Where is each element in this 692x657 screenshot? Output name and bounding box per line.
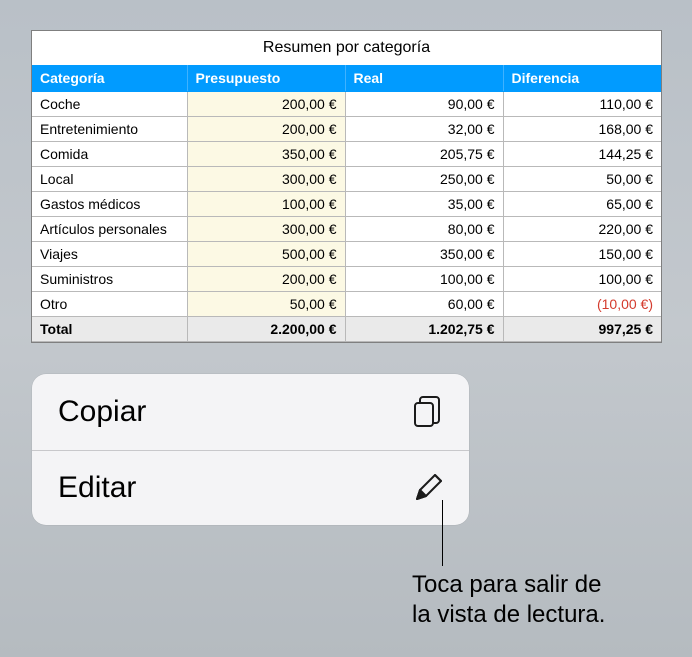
col-header-real: Real <box>345 65 503 92</box>
copy-icon <box>411 394 443 430</box>
col-header-diff: Diferencia <box>503 65 661 92</box>
col-header-budget: Presupuesto <box>187 65 345 92</box>
cell-real: 350,00 € <box>345 242 503 267</box>
cell-real: 60,00 € <box>345 292 503 317</box>
cell-budget: 50,00 € <box>187 292 345 317</box>
cell-diff: 168,00 € <box>503 117 661 142</box>
cell-diff: 144,25 € <box>503 142 661 167</box>
cell-budget: 200,00 € <box>187 267 345 292</box>
cell-diff: 997,25 € <box>503 317 661 342</box>
cell-budget: 200,00 € <box>187 117 345 142</box>
cell-category: Entretenimiento <box>32 117 187 142</box>
cell-real: 100,00 € <box>345 267 503 292</box>
copy-button[interactable]: Copiar <box>32 374 469 450</box>
table-row: Viajes500,00 €350,00 €150,00 € <box>32 242 661 267</box>
table-title: Resumen por categoría <box>32 31 661 65</box>
cell-category: Artículos personales <box>32 217 187 242</box>
cell-category: Coche <box>32 92 187 117</box>
cell-real: 250,00 € <box>345 167 503 192</box>
copy-label: Copiar <box>58 395 146 429</box>
cell-category: Total <box>32 317 187 342</box>
context-menu: Copiar Editar <box>32 374 469 525</box>
cell-real: 1.202,75 € <box>345 317 503 342</box>
table-row: Gastos médicos100,00 €35,00 €65,00 € <box>32 192 661 217</box>
callout-leader-line <box>442 500 443 566</box>
table-row: Comida350,00 €205,75 €144,25 € <box>32 142 661 167</box>
cell-category: Local <box>32 167 187 192</box>
cell-budget: 500,00 € <box>187 242 345 267</box>
cell-real: 205,75 € <box>345 142 503 167</box>
summary-table: Categoría Presupuesto Real Diferencia Co… <box>32 65 661 342</box>
cell-category: Otro <box>32 292 187 317</box>
table-header-row: Categoría Presupuesto Real Diferencia <box>32 65 661 92</box>
edit-button[interactable]: Editar <box>32 450 469 525</box>
cell-category: Suministros <box>32 267 187 292</box>
table-row: Otro50,00 €60,00 €(10,00 €) <box>32 292 661 317</box>
cell-budget: 350,00 € <box>187 142 345 167</box>
cell-category: Viajes <box>32 242 187 267</box>
cell-category: Comida <box>32 142 187 167</box>
cell-diff: 220,00 € <box>503 217 661 242</box>
cell-real: 80,00 € <box>345 217 503 242</box>
cell-budget: 300,00 € <box>187 167 345 192</box>
table-row: Entretenimiento200,00 €32,00 €168,00 € <box>32 117 661 142</box>
cell-diff: 150,00 € <box>503 242 661 267</box>
cell-diff: (10,00 €) <box>503 292 661 317</box>
summary-table-card: Resumen por categoría Categoría Presupue… <box>31 30 662 343</box>
col-header-category: Categoría <box>32 65 187 92</box>
cell-diff: 50,00 € <box>503 167 661 192</box>
cell-real: 35,00 € <box>345 192 503 217</box>
table-row: Artículos personales300,00 €80,00 €220,0… <box>32 217 661 242</box>
table-row: Coche200,00 €90,00 €110,00 € <box>32 92 661 117</box>
cell-real: 90,00 € <box>345 92 503 117</box>
cell-budget: 2.200,00 € <box>187 317 345 342</box>
cell-budget: 300,00 € <box>187 217 345 242</box>
cell-real: 32,00 € <box>345 117 503 142</box>
table-row: Local300,00 €250,00 €50,00 € <box>32 167 661 192</box>
cell-budget: 200,00 € <box>187 92 345 117</box>
pencil-icon <box>413 473 443 503</box>
cell-budget: 100,00 € <box>187 192 345 217</box>
callout-text: Toca para salir de la vista de lectura. <box>412 570 672 630</box>
cell-diff: 110,00 € <box>503 92 661 117</box>
cell-diff: 65,00 € <box>503 192 661 217</box>
table-row: Suministros200,00 €100,00 €100,00 € <box>32 267 661 292</box>
table-row-total: Total2.200,00 €1.202,75 €997,25 € <box>32 317 661 342</box>
edit-label: Editar <box>58 471 136 505</box>
cell-diff: 100,00 € <box>503 267 661 292</box>
cell-category: Gastos médicos <box>32 192 187 217</box>
